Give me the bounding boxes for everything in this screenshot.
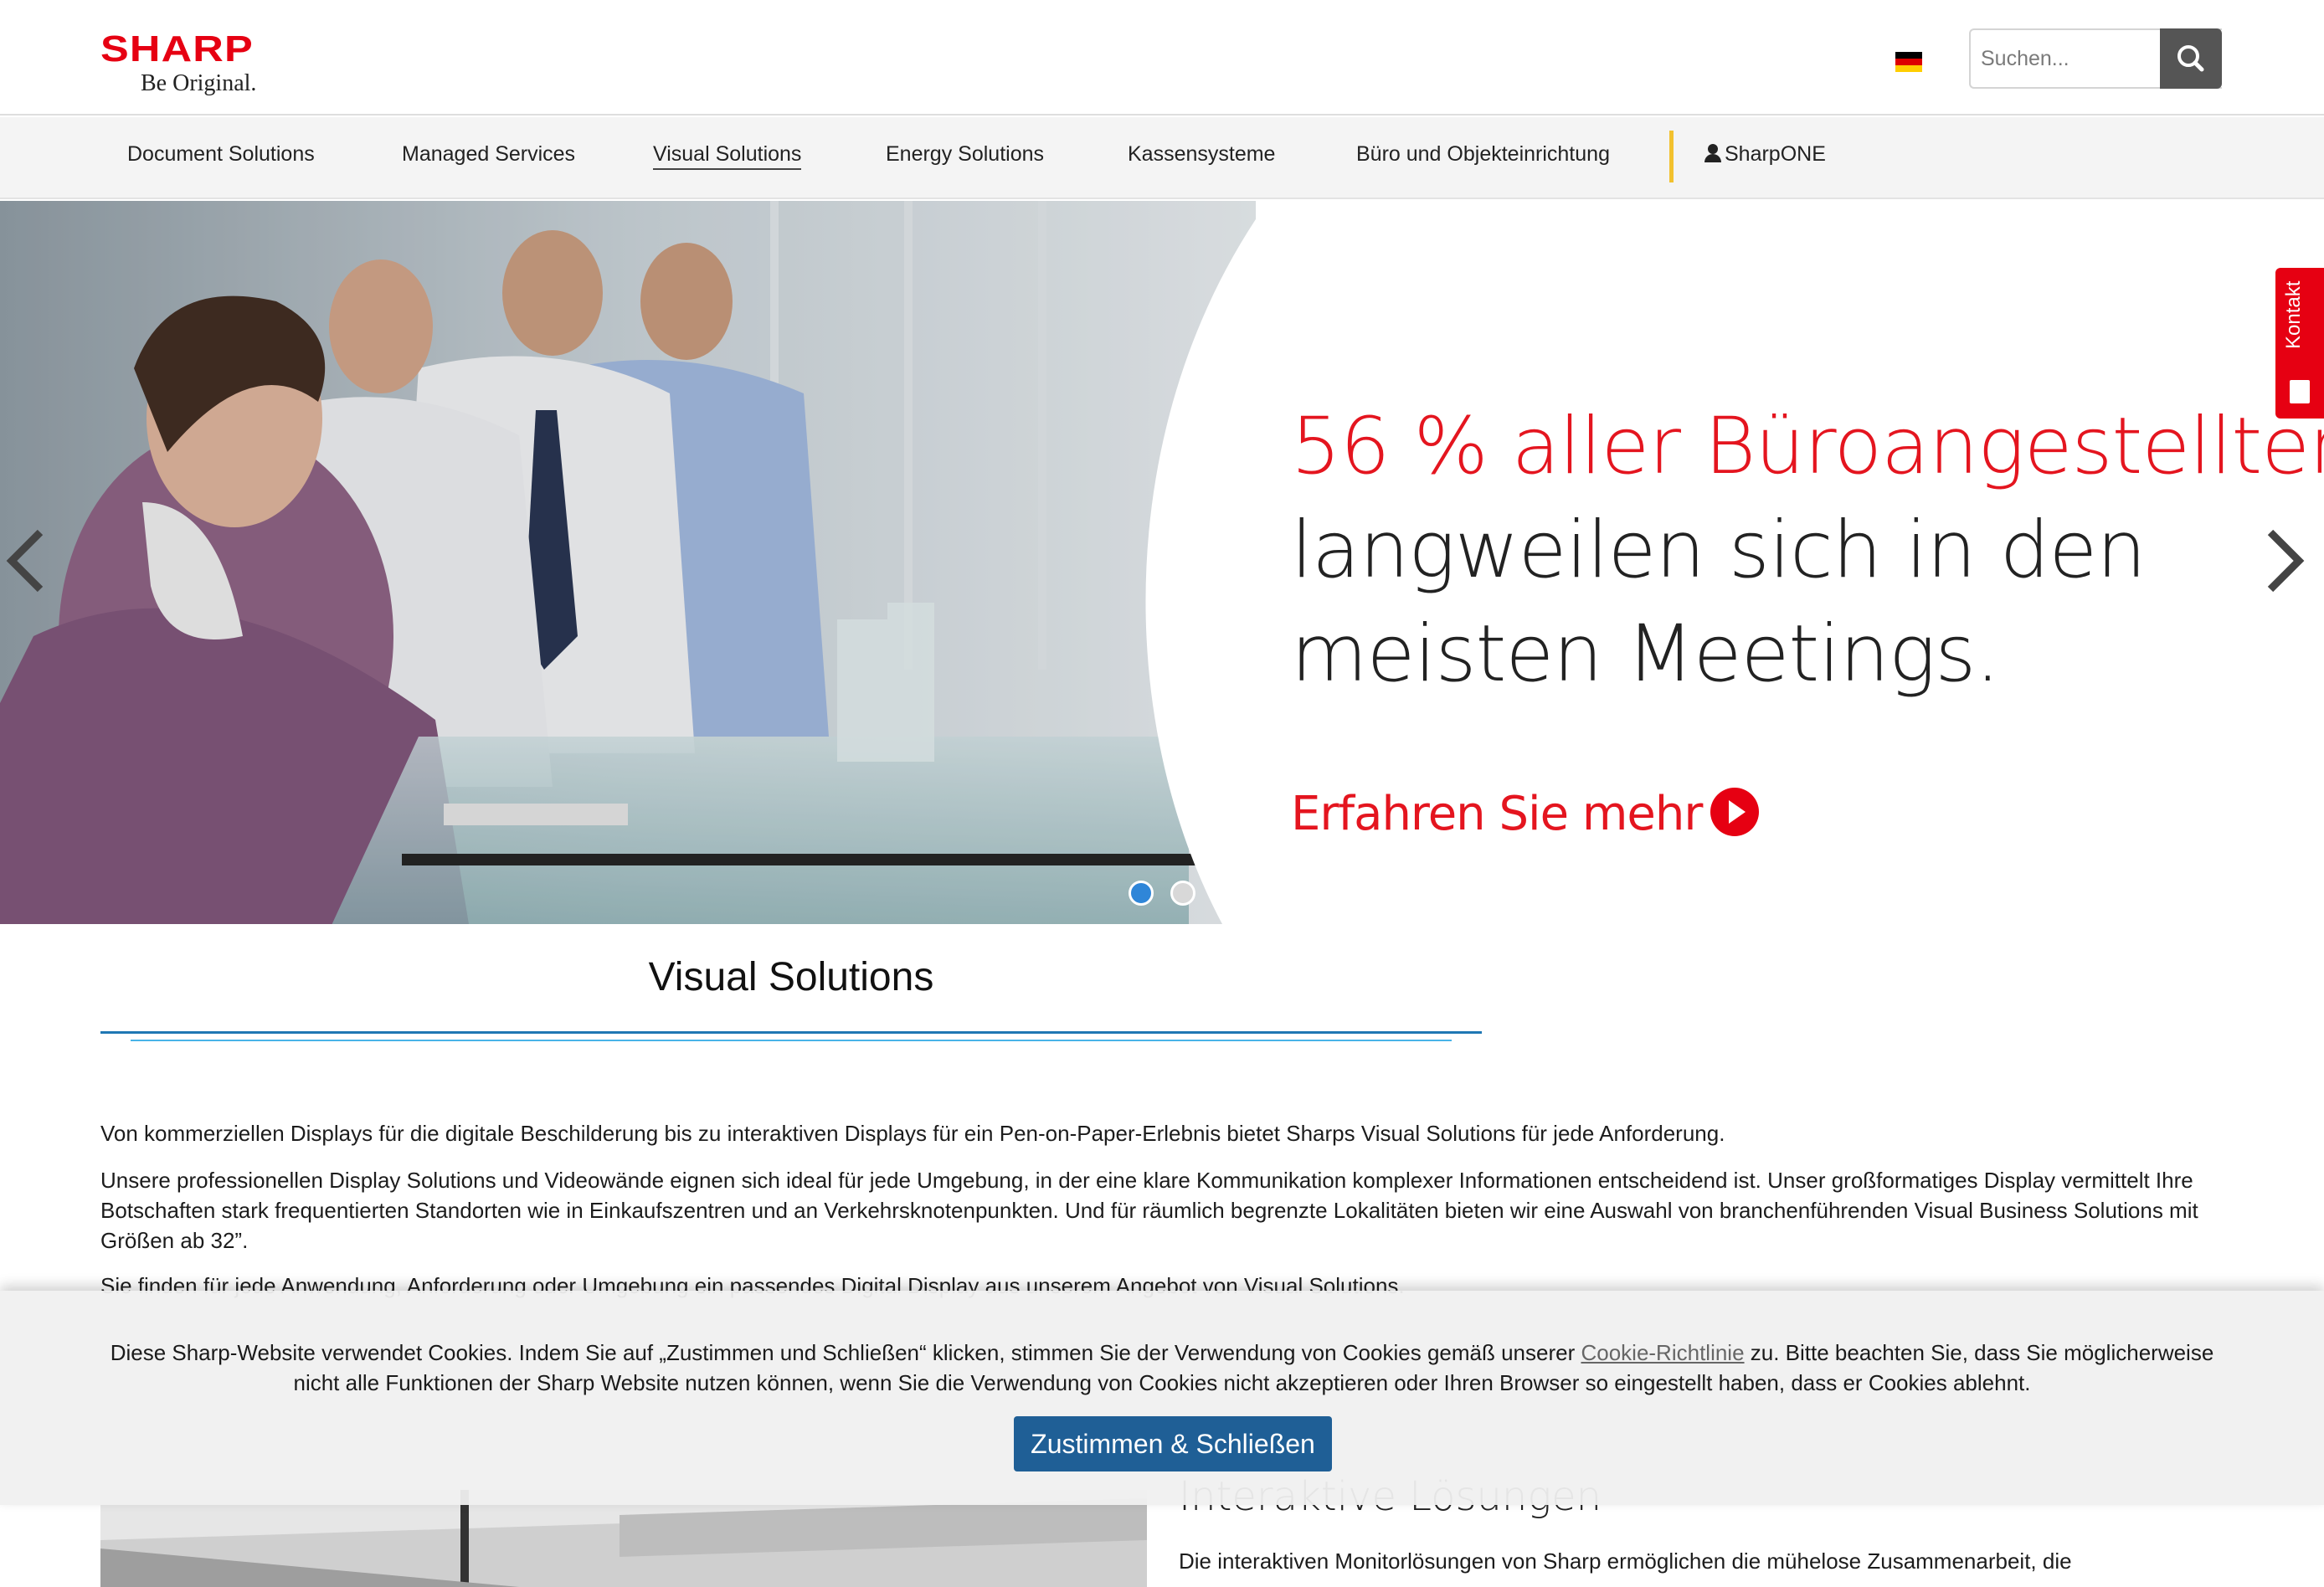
mail-icon bbox=[2290, 380, 2310, 403]
logo-tagline: Be Original. bbox=[141, 70, 257, 96]
hero-headline-line3: meisten Meetings. bbox=[1291, 609, 2000, 700]
main-nav: Document Solutions Managed Services Visu… bbox=[0, 117, 2324, 199]
cookie-policy-link[interactable]: Cookie-Richtlinie bbox=[1581, 1340, 1744, 1365]
carousel-dot-1[interactable] bbox=[1129, 881, 1154, 906]
interactive-solutions-text: Die interaktiven Monitorlösungen von Sha… bbox=[1179, 1548, 2072, 1574]
cookie-banner: Diese Sharp-Website verwendet Cookies. I… bbox=[0, 1291, 2324, 1505]
carousel-prev-arrow[interactable] bbox=[0, 519, 50, 603]
hero-meeting-photo bbox=[0, 201, 1256, 924]
hero-headline-line2: langweilen sich in den bbox=[1291, 505, 2147, 596]
nav-item-sharpone[interactable]: SharpONE bbox=[1704, 142, 1826, 167]
nav-item-document-solutions[interactable]: Document Solutions bbox=[127, 142, 315, 167]
search-button[interactable] bbox=[2160, 28, 2222, 89]
sharpone-label: SharpONE bbox=[1725, 142, 1826, 166]
nav-item-kassensysteme[interactable]: Kassensysteme bbox=[1128, 142, 1275, 167]
nav-item-visual-solutions[interactable]: Visual Solutions bbox=[653, 142, 802, 170]
intro-paragraph-1: Von kommerziellen Displays für die digit… bbox=[100, 1121, 1725, 1146]
intro-paragraph-2: Unsere professionellen Display Solutions… bbox=[100, 1168, 2198, 1253]
title-rule-inner bbox=[131, 1040, 1452, 1041]
nav-item-buero-objekteinrichtung[interactable]: Büro und Objekteinrichtung bbox=[1356, 142, 1610, 167]
hero-cta-link[interactable]: Erfahren Sie mehr bbox=[1291, 787, 1760, 841]
kontakt-label: Kontakt bbox=[2282, 281, 2305, 350]
nav-item-energy-solutions[interactable]: Energy Solutions bbox=[886, 142, 1044, 167]
search-icon bbox=[2177, 45, 2204, 72]
accept-cookies-button[interactable]: Zustimmen & Schließen bbox=[1014, 1416, 1332, 1471]
nav-item-managed-services[interactable]: Managed Services bbox=[402, 142, 575, 167]
cookie-text: Diese Sharp-Website verwendet Cookies. I… bbox=[100, 1338, 2224, 1398]
hero-headline-line1: 56 % aller Büroangestellten bbox=[1291, 401, 2324, 492]
cookie-text-start: Diese Sharp-Website verwendet Cookies. I… bbox=[110, 1340, 1581, 1365]
page-title: Visual Solutions bbox=[648, 955, 934, 999]
title-rule bbox=[100, 1031, 1482, 1034]
user-icon bbox=[1704, 144, 1721, 162]
hero-carousel: 56 % aller Büroangestellten langweilen s… bbox=[0, 201, 2324, 924]
kontakt-side-tab[interactable]: Kontakt bbox=[2275, 268, 2324, 419]
flag-de-icon[interactable] bbox=[1895, 52, 1922, 72]
logo-wordmark: SHARP bbox=[100, 28, 254, 69]
site-header: SHARP Be Original. bbox=[0, 0, 2324, 116]
hero-cta-label: Erfahren Sie mehr bbox=[1291, 787, 1703, 841]
nav-divider bbox=[1669, 131, 1674, 182]
hero-headline: 56 % aller Büroangestellten langweilen s… bbox=[1291, 395, 2324, 706]
carousel-dot-2[interactable] bbox=[1170, 881, 1195, 906]
sharp-logo[interactable]: SHARP Be Original. bbox=[100, 28, 301, 104]
play-circle-icon bbox=[1710, 788, 1760, 836]
